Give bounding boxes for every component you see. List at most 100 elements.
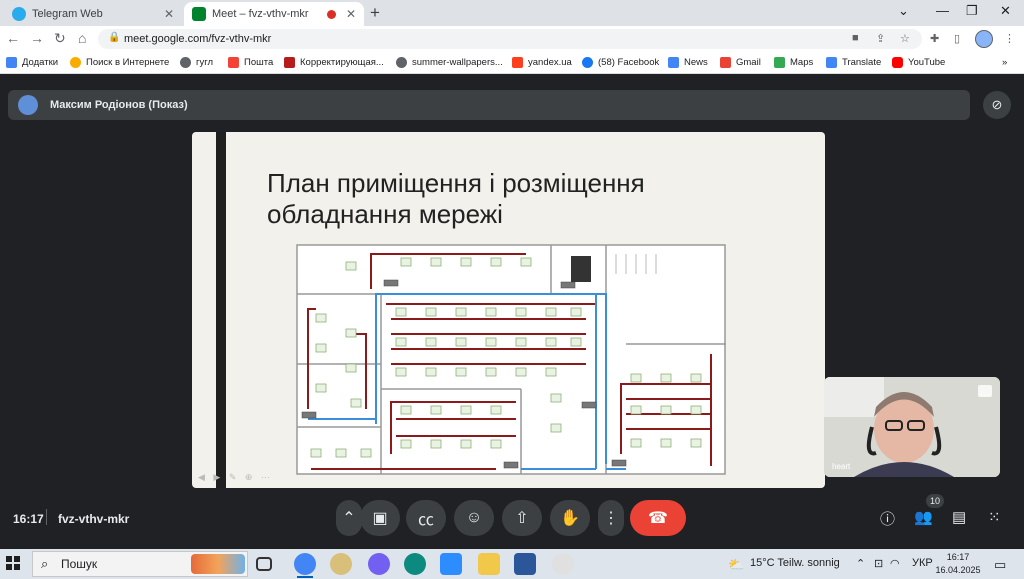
bookmark-facebook[interactable]: (58) Facebook	[582, 57, 659, 68]
participants-icon[interactable]: 👥	[914, 508, 933, 526]
tab-meet[interactable]: Meet – fvz-vthv-mkr ✕	[184, 2, 364, 26]
network-icon[interactable]: ⊡	[874, 557, 883, 570]
file-explorer-icon[interactable]	[478, 553, 500, 575]
windows-start-icon[interactable]	[6, 556, 20, 570]
bookmark-yandex[interactable]: yandex.ua	[512, 57, 572, 68]
tray-chevron-icon[interactable]: ⌃	[856, 557, 865, 570]
menu-icon[interactable]: ⋮	[1004, 32, 1015, 45]
bookmark-label: гугл	[196, 57, 214, 68]
slide-title: План приміщення і розміщення обладнання …	[267, 168, 645, 229]
bookmark-search[interactable]: Поиск в Интернете	[70, 57, 169, 68]
forward-button[interactable]: →	[30, 30, 44, 46]
close-window-button[interactable]: ✕	[1000, 3, 1011, 19]
language-indicator[interactable]: УКР	[912, 557, 933, 569]
bookmark-label: Корректирующая...	[300, 57, 384, 68]
meeting-code: fvz-vthv-mkr	[58, 512, 130, 526]
address-bar[interactable]: 🔒 meet.google.com/fvz-vthv-mkr	[98, 29, 922, 49]
globe-icon	[180, 57, 191, 68]
search-highlight-image	[191, 554, 245, 574]
bookmarks-overflow-icon[interactable]: »	[1002, 57, 1007, 68]
bookmark-translate[interactable]: Translate	[826, 57, 881, 68]
side-panel-icon[interactable]: ▯	[954, 32, 960, 45]
camera-icon[interactable]: ■	[852, 32, 859, 44]
globe-icon	[396, 57, 407, 68]
telegram-icon	[12, 7, 26, 21]
home-button[interactable]: ⌂	[78, 30, 86, 46]
facebook-icon	[582, 57, 593, 68]
lock-icon: 🔒	[108, 32, 121, 43]
emoji-reaction-button[interactable]: ☺	[454, 500, 494, 536]
reload-button[interactable]: ↻	[54, 30, 66, 47]
presenter-avatar	[18, 95, 38, 115]
gmail-icon	[720, 57, 731, 68]
bookmarks-bar: Додатки Поиск в Интернете гугл Пошта Кор…	[0, 52, 1024, 74]
share-icon[interactable]: ⇪	[876, 32, 885, 45]
zoom-icon[interactable]	[440, 553, 462, 575]
word-icon[interactable]	[514, 553, 536, 575]
app-icon[interactable]	[552, 553, 574, 575]
weather-text[interactable]: 15°C Teilw. sonnig	[750, 557, 840, 569]
profile-avatar[interactable]	[975, 30, 993, 48]
more-audio-options-icon[interactable]: ⌃	[336, 500, 362, 536]
activities-icon[interactable]: ⁙	[988, 508, 1001, 526]
viber-icon[interactable]	[368, 553, 390, 575]
bookmark-maps[interactable]: Maps	[774, 57, 813, 68]
tab-search-icon[interactable]: ⌄	[898, 3, 909, 19]
self-view-tile[interactable]: heart	[824, 377, 1000, 477]
bookmark-label: Maps	[790, 57, 814, 68]
bookmark-corrective[interactable]: Корректирующая...	[284, 57, 384, 68]
leave-call-button[interactable]: ☎	[630, 500, 686, 536]
self-view-video	[824, 377, 1000, 477]
bookmark-apps[interactable]: Додатки	[6, 57, 58, 68]
close-tab-icon[interactable]: ✕	[346, 7, 356, 21]
mail-icon	[228, 57, 239, 68]
url-text: meet.google.com/fvz-vthv-mkr	[124, 33, 272, 45]
windows-taskbar: ⌕ Пошук ⛅ 15°C Teilw. sonnig ⌃ ⊡ ◠ УКР 1…	[0, 549, 1024, 579]
weather-icon: ⛅	[728, 557, 745, 572]
bookmark-wallpapers[interactable]: summer-wallpapers...	[396, 57, 503, 68]
task-view-icon[interactable]	[256, 557, 272, 571]
new-tab-button[interactable]: +	[370, 3, 380, 23]
bookmark-youtube[interactable]: YouTube	[892, 57, 945, 68]
layout-icon[interactable]	[978, 385, 992, 397]
paint-icon[interactable]	[330, 553, 352, 575]
bookmark-gmail[interactable]: Gmail	[720, 57, 761, 68]
raise-hand-button[interactable]: ✋	[550, 500, 590, 536]
toolbar: ← → ↻ ⌂ 🔒 meet.google.com/fvz-vthv-mkr ■…	[0, 26, 1024, 52]
bookmark-mail[interactable]: Пошта	[228, 57, 273, 68]
meeting-info-icon[interactable]: ⓘ	[880, 508, 895, 529]
chrome-icon[interactable]	[294, 553, 316, 578]
present-screen-button[interactable]: ⇧	[502, 500, 542, 536]
bookmark-label: YouTube	[908, 57, 946, 68]
chat-icon[interactable]: ▤	[952, 508, 966, 526]
more-options-button[interactable]: ⋮	[598, 500, 624, 536]
floor-plan-diagram	[296, 244, 726, 475]
notifications-icon[interactable]: ▭	[994, 557, 1006, 573]
wifi-icon[interactable]: ◠	[890, 557, 900, 570]
search-icon: ⌕	[41, 556, 49, 571]
bookmark-news[interactable]: News	[668, 57, 708, 68]
bookmark-label: Translate	[842, 57, 882, 68]
back-button[interactable]: ←	[6, 30, 20, 46]
captions-button[interactable]: ㏄	[406, 500, 446, 536]
recording-icon	[327, 9, 336, 19]
participants-count-badge: 10	[926, 494, 944, 508]
restore-button[interactable]: ❐	[966, 3, 978, 19]
slide-controls[interactable]: ◀ ▶ ✎ ⊕ ⋯	[198, 472, 273, 483]
bookmark-label: Gmail	[736, 57, 761, 68]
close-tab-icon[interactable]: ✕	[164, 7, 174, 21]
taskbar-clock[interactable]: 16:17 16.04.2025	[932, 551, 984, 577]
presenter-name: Максим Родіонов (Показ)	[50, 99, 188, 111]
minimize-button[interactable]: —	[936, 3, 949, 18]
edge-icon[interactable]	[404, 553, 426, 575]
bookmark-star-icon[interactable]: ☆	[900, 32, 910, 45]
pin-off-icon[interactable]: ⊘	[983, 91, 1011, 119]
camera-toggle-button[interactable]: ▣	[360, 500, 400, 536]
bookmark-label: Додатки	[22, 57, 59, 68]
bookmark-icon	[284, 57, 295, 68]
tab-telegram[interactable]: Telegram Web ✕	[4, 2, 182, 26]
extensions-icon[interactable]: ✚	[930, 32, 939, 45]
bookmark-label: yandex.ua	[528, 57, 572, 68]
bookmark-google[interactable]: гугл	[180, 57, 213, 68]
taskbar-search[interactable]: ⌕ Пошук	[32, 551, 248, 577]
